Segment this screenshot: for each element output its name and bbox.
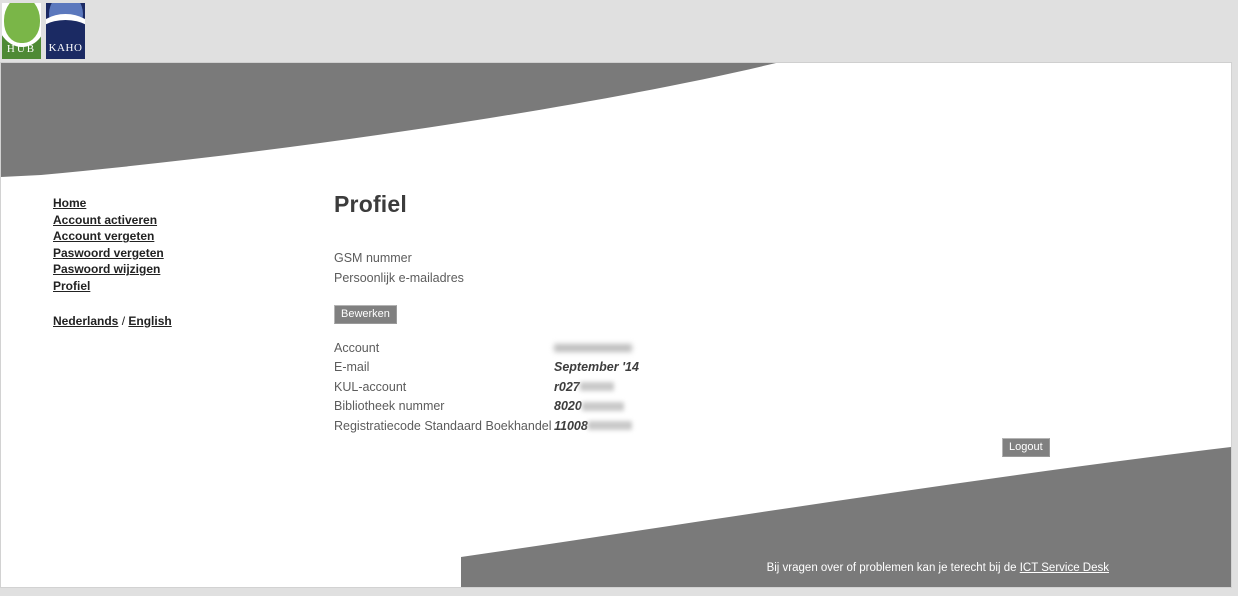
detail-label-bibliotheek-nummer: Bibliotheek nummer (334, 399, 445, 414)
sidebar-item-paswoord-wijzigen[interactable]: Paswoord wijzigen (53, 261, 283, 278)
page-title: Profiel (334, 191, 407, 217)
redacted-value (579, 381, 614, 391)
detail-value-registratiecode: 11008 (554, 419, 639, 439)
page-canvas: Home Account activeren Account vergeten … (0, 62, 1232, 588)
table-row: KUL-account r027 (334, 380, 639, 400)
sidebar-item-paswoord-vergeten[interactable]: Paswoord vergeten (53, 245, 283, 262)
kaho-logo[interactable]: KAHO (46, 3, 85, 59)
detail-value-email: September '14 (554, 360, 639, 375)
field-label-gsm-nummer: GSM nummer (334, 251, 412, 265)
footer-help-text: Bij vragen over of problemen kan je tere… (767, 562, 1109, 574)
table-row: Account (334, 341, 639, 361)
redacted-value (554, 343, 632, 352)
sidebar-navigation: Home Account activeren Account vergeten … (53, 195, 283, 328)
language-option-english[interactable]: English (128, 314, 171, 328)
sidebar-item-account-activeren[interactable]: Account activeren (53, 212, 283, 229)
hub-logo[interactable]: HUB (2, 3, 41, 59)
table-row: Bibliotheek nummer 8020 (334, 399, 639, 419)
detail-value-bibliotheek-prefix: 8020 (554, 399, 582, 414)
detail-label-kul-account: KUL-account (334, 379, 407, 394)
table-row: E-mail September '14 (334, 360, 639, 380)
detail-label-account: Account (334, 340, 380, 355)
language-separator: / (118, 313, 129, 328)
detail-label-email: E-mail (334, 360, 370, 375)
table-row: Registratiecode Standaard Boekhandel 110… (334, 419, 639, 439)
detail-value-kul-account: r027 (554, 380, 639, 400)
sidebar-item-account-vergeten[interactable]: Account vergeten (53, 228, 283, 245)
logout-button[interactable]: Logout (1002, 438, 1050, 457)
language-switcher: Nederlands / English (53, 314, 283, 328)
detail-value-bibliotheek-nummer: 8020 (554, 399, 639, 419)
field-label-persoonlijk-email: Persoonlijk e-mailadres (334, 270, 464, 285)
redacted-value (587, 421, 632, 431)
footer-help-label: Bij vragen over of problemen kan je tere… (766, 562, 1017, 574)
hub-logo-text: HUB (6, 43, 37, 55)
detail-value-registratiecode-prefix: 11008 (554, 418, 588, 433)
header-logo-band: HUB KAHO (0, 0, 1238, 62)
profile-details-table: Account E-mail September '14 KUL-account… (334, 341, 639, 439)
redacted-value (581, 401, 624, 411)
ict-service-desk-link[interactable]: ICT Service Desk (1020, 562, 1109, 574)
detail-value-account (554, 341, 639, 361)
kaho-logo-text: KAHO (48, 42, 83, 54)
edit-button[interactable]: Bewerken (334, 304, 397, 324)
application-window: HUB KAHO Home Account activeren Account … (0, 0, 1238, 596)
detail-label-registratiecode: Registratiecode Standaard Boekhandel (334, 418, 552, 433)
language-option-dutch[interactable]: Nederlands (53, 314, 118, 328)
detail-value-kul-account-prefix: r027 (554, 379, 580, 394)
logo-group: HUB KAHO (2, 3, 85, 59)
sidebar-item-profiel[interactable]: Profiel (53, 278, 283, 295)
header-banner-curve (1, 63, 776, 177)
main-content: Profiel GSM nummer Persoonlijk e-mailadr… (334, 191, 1034, 439)
sidebar-item-home[interactable]: Home (53, 195, 283, 212)
hub-logo-inner-shape (4, 3, 40, 43)
